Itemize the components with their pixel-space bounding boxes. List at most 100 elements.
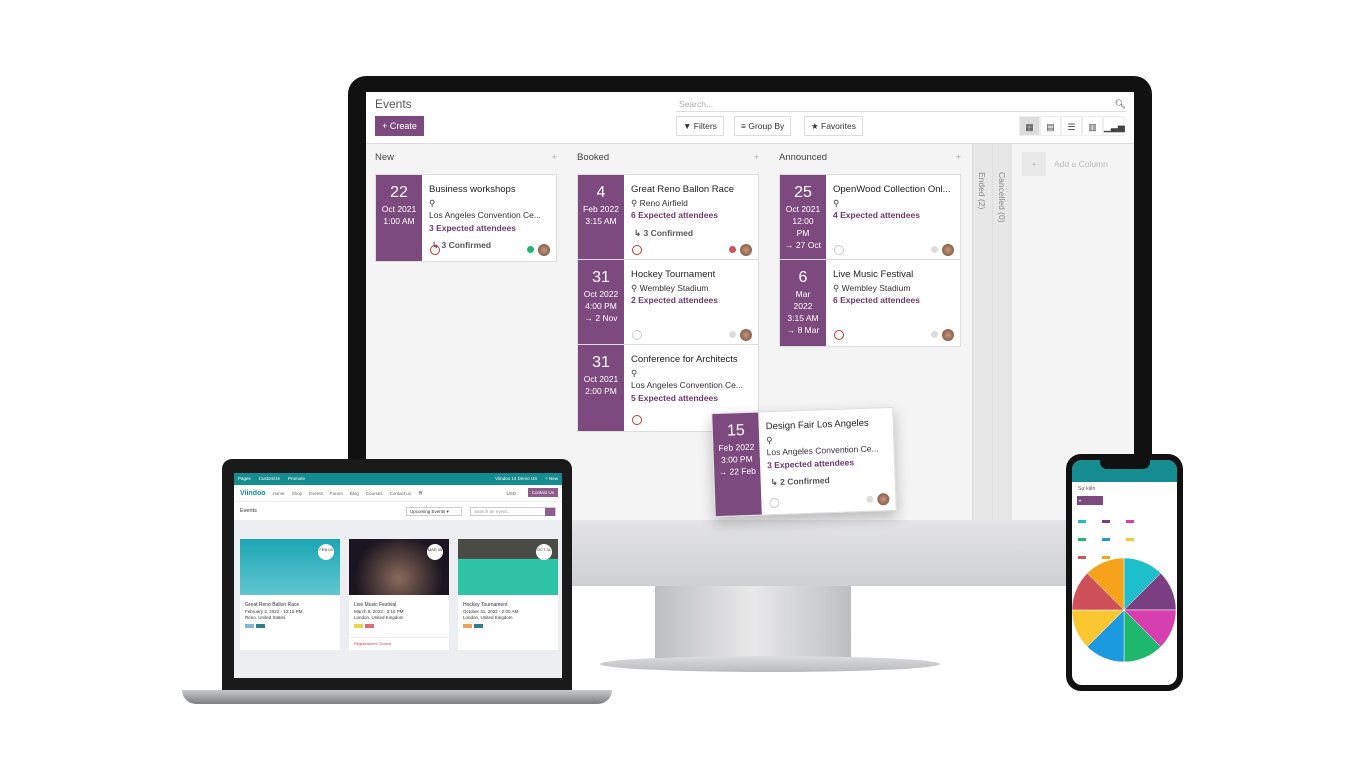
activity-clock-icon[interactable]	[632, 245, 642, 255]
phone-screen: Sự kiện ▾	[1072, 460, 1177, 685]
event-card[interactable]: 22 Oct 2021 1:00 AM Business workshops ⚲ L…	[375, 174, 557, 262]
map-marker-icon: ⚲	[766, 434, 773, 445]
filters-button[interactable]: ▼ Filters	[676, 116, 724, 136]
search-icon[interactable]	[545, 508, 555, 516]
date-badge: OCT 31	[536, 544, 552, 560]
add-column-button[interactable]: + Add a Column	[1022, 152, 1108, 176]
search-placeholder: Search...	[679, 99, 714, 109]
avatar[interactable]	[740, 244, 752, 256]
map-marker-icon: ⚲	[429, 197, 436, 208]
status-dot[interactable]	[866, 495, 874, 503]
add-column-label: Add a Column	[1054, 159, 1108, 169]
event-search-input[interactable]: Search an event...	[470, 507, 556, 516]
event-tile[interactable]: MAR 05 Live Music Festival March 5, 2022…	[349, 539, 449, 650]
groupby-button[interactable]: ≡ Group By	[734, 116, 792, 136]
date-line: Feb 2022	[583, 204, 619, 214]
legend-swatch[interactable]	[1078, 538, 1086, 541]
column-header: New +	[375, 152, 557, 163]
nav-home[interactable]: Home	[273, 491, 285, 496]
quick-create-icon[interactable]: +	[551, 152, 557, 163]
nav-events[interactable]: Events	[309, 491, 323, 496]
laptop-base	[182, 690, 612, 704]
kanban-view-icon[interactable]: ▦	[1019, 116, 1040, 136]
avatar[interactable]	[942, 244, 954, 256]
status-dot[interactable]	[931, 331, 938, 338]
event-name: Hockey Tournament	[631, 269, 716, 280]
activity-clock-icon[interactable]	[834, 330, 844, 340]
graph-view-icon[interactable]: ▁▃▅	[1103, 116, 1125, 136]
website-switcher[interactable]: Viindoo 14 Demo US	[495, 476, 537, 482]
activity-clock-icon[interactable]	[769, 497, 780, 509]
status-dot[interactable]	[931, 246, 938, 253]
activity-clock-icon[interactable]	[834, 245, 844, 255]
search-input[interactable]: Search... 🔍︎	[676, 96, 1126, 112]
location: ⚲ Wembley Stadium	[833, 282, 956, 295]
legend-swatch[interactable]	[1078, 520, 1086, 523]
currency-select[interactable]: USD	[506, 491, 516, 496]
contact-us-button[interactable]: Contact Us	[527, 488, 558, 497]
expected-attendees: 2 Expected attendees	[631, 295, 718, 305]
status-dot[interactable]	[729, 246, 736, 253]
menu-promote[interactable]: Promote	[288, 476, 305, 482]
new-button[interactable]: + New	[545, 476, 558, 482]
calendar-view-icon[interactable]: ▤	[1040, 116, 1061, 136]
event-filter-select[interactable]: Upcoming Events ▾	[406, 507, 462, 516]
expected-attendees: 3 Expected attendees	[429, 222, 516, 233]
favorites-button[interactable]: ★ Favorites	[804, 116, 863, 136]
folded-column-label: Cancelled (0)	[997, 172, 1007, 223]
quick-create-icon[interactable]: +	[753, 152, 759, 163]
list-view-icon[interactable]: ☰	[1061, 116, 1082, 136]
measures-button[interactable]: ▾	[1077, 496, 1103, 505]
event-card[interactable]: 25 Oct 2021 12:00 PM → 27 Oct OpenWood Colle…	[779, 174, 961, 262]
legend-swatch[interactable]	[1126, 520, 1134, 523]
create-button[interactable]: + Create	[375, 116, 424, 136]
activity-clock-icon[interactable]	[632, 330, 642, 340]
avatar[interactable]	[877, 493, 890, 506]
list-icon: ≡	[741, 121, 746, 131]
event-card[interactable]: 4 Feb 2022 3:15 AM Great Reno Ballon Race …	[577, 174, 759, 262]
activity-clock-icon[interactable]	[430, 245, 440, 255]
pivot-view-icon[interactable]: ▥	[1082, 116, 1103, 136]
nav-shop[interactable]: Shop	[292, 491, 303, 496]
logo[interactable]: Viindoo	[240, 490, 266, 497]
website-editor-bar: Pages Customize Promote Viindoo 14 Demo …	[234, 473, 562, 485]
plus-icon: +	[1022, 152, 1046, 176]
event-card[interactable]: 31 Oct 2022 4:00 PM → 2 Nov Hockey Tourname…	[577, 259, 759, 347]
event-tile[interactable]: OCT 31 Hockey Tournament October 31, 202…	[458, 539, 558, 650]
status-dot[interactable]	[729, 331, 736, 338]
nav-courses[interactable]: Courses	[366, 491, 383, 496]
map-marker-icon: ⚲	[631, 197, 638, 208]
event-card[interactable]: 6 Mar 2022 3:15 AM → 8 Mar Live Music Festiv…	[779, 259, 961, 347]
groupby-label: Group By	[748, 121, 785, 131]
date-line: → 8 Mar	[786, 325, 820, 335]
search-icon[interactable]: 🔍︎	[1115, 96, 1126, 112]
quick-create-icon[interactable]: +	[955, 152, 961, 163]
expected-attendees: 4 Expected attendees	[833, 210, 920, 220]
avatar[interactable]	[538, 244, 550, 256]
folded-column-ended[interactable]: Ended (2)	[972, 144, 992, 520]
nav-forum[interactable]: Forum	[330, 491, 343, 496]
legend-swatch[interactable]	[1102, 538, 1110, 541]
cart-icon[interactable]: 🛒︎	[418, 490, 424, 496]
legend-swatch[interactable]	[1126, 538, 1134, 541]
avatar[interactable]	[740, 329, 752, 341]
phone-notch	[1100, 460, 1150, 469]
menu-pages[interactable]: Pages	[238, 476, 251, 482]
location-name: Wembley Stadium	[639, 282, 709, 293]
column-title: Announced	[779, 152, 828, 163]
nav-blog[interactable]: Blog	[350, 491, 359, 496]
status-dot[interactable]	[527, 246, 534, 253]
menu-customize[interactable]: Customize	[259, 476, 280, 482]
events-title: Events	[240, 508, 257, 514]
event-info: Great Reno Ballon Race February 3, 2022 …	[240, 595, 340, 637]
nav-contact[interactable]: Contact us	[390, 491, 412, 496]
avatar[interactable]	[942, 329, 954, 341]
column-title: New	[375, 152, 395, 163]
card-body: Business workshops ⚲ Los Angeles Convent…	[429, 184, 552, 252]
legend-swatch[interactable]	[1102, 520, 1110, 523]
date-day: 22	[390, 184, 408, 201]
activity-clock-icon[interactable]	[632, 415, 642, 425]
event-tile[interactable]: FEB 03 Great Reno Ballon Race February 3…	[240, 539, 340, 650]
folded-column-cancelled[interactable]: Cancelled (0)	[992, 144, 1012, 520]
event-card[interactable]: 15 Feb 2022 3:00 PM → 22 Feb Design Fair Lo…	[711, 406, 897, 518]
